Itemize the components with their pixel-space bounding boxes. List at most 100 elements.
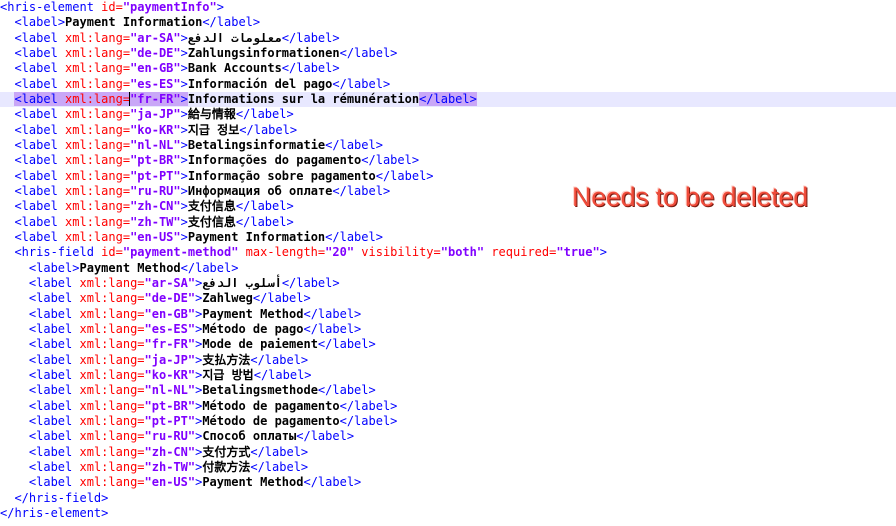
code-line[interactable]: <label xml:lang="en-US">Payment Informat… [0,230,896,245]
label-text: Payment Method [202,475,304,490]
label-text: Способ оплаты [202,429,297,444]
tag-open: <label [28,275,73,290]
label-text: Payment Method [79,260,181,275]
attr-name: xml:lang= [72,475,145,490]
attr-name: xml:lang= [57,30,131,45]
code-line[interactable]: <label xml:lang="en-GB">Payment Method</… [0,307,896,322]
xml-editor[interactable]: <hris-element id="paymentInfo"> <label>P… [0,0,896,521]
tag-close: </label> [252,291,311,306]
code-line[interactable]: <label xml:lang="pt-PT">Método de pagame… [0,414,896,429]
lang-value: "en-GB" [130,61,181,76]
tag-bracket: > [180,61,188,76]
code-line[interactable]: <label xml:lang="es-ES">Método de pago</… [0,322,896,337]
code-line[interactable]: <label xml:lang="pt-BR">Método de pagame… [0,399,896,414]
code-line[interactable]: <label xml:lang="pt-BR">Informações do p… [0,153,896,168]
tag-open: <label [28,383,73,398]
label-text: Информация об оплате [187,183,333,198]
tag-bracket: > [180,229,188,244]
lang-value: "pt-PT" [144,413,196,428]
lang-value: "ko-KR" [130,122,181,137]
label-text: Zahlungsinformationen [187,45,340,60]
tag-close: </label> [325,229,383,244]
label-text: 支払方法 [202,352,251,367]
label-text: Bank Accounts [187,61,282,76]
tag-open: <label [28,459,73,474]
tag-open: <label [14,61,58,76]
label-text: Informações do pagamento [187,153,362,168]
tag-open: <label [14,229,58,244]
code-line[interactable]: <label xml:lang="zh-TW">支付信息</label> [0,215,896,230]
label-text: Payment Method [202,306,304,321]
code-line[interactable]: </hris-element> [0,506,896,521]
code-line[interactable]: <label>Payment Information</label> [0,15,896,30]
attr-name: xml:lang= [57,61,131,76]
attr-name: xml:lang= [72,367,145,382]
code-line[interactable]: <label xml:lang="nl-NL">Betalingsinforma… [0,138,896,153]
code-line[interactable]: <hris-field id="payment-method" max-leng… [0,245,896,260]
code-line[interactable]: <label xml:lang="ar-SA">أسلوب الدفع</lab… [0,276,896,291]
code-line[interactable]: <label>Payment Method</label> [0,261,896,276]
tag-open: <label [28,352,73,367]
label-text: Betalingsmethode [202,383,318,398]
code-line[interactable]: <label xml:lang="nl-NL">Betalingsmethode… [0,383,896,398]
code-line[interactable]: <label xml:lang="en-US">Payment Method</… [0,475,896,490]
label-text: 付款方法 [202,459,251,474]
attr-value: "paymentInfo" [122,0,217,14]
lang-value: "ru-RU" [130,183,181,198]
tag-close: </label> [339,398,398,413]
lang-value: "ar-SA" [130,30,181,45]
attr-name: xml:lang= [72,444,145,459]
tag-open: <label [14,153,58,168]
attr-name: xml:lang= [57,91,131,106]
attr-name: xml:lang= [57,76,131,91]
attr-name: xml:lang= [57,229,131,244]
code-line[interactable]: <label xml:lang="fr-FR">Mode de paiement… [0,337,896,352]
code-line[interactable]: <label xml:lang="fr-FR">Informations sur… [0,91,896,108]
code-line[interactable]: <label xml:lang="de-DE">Zahlungsinformat… [0,46,896,61]
code-line[interactable]: <label xml:lang="zh-CN">支付方式</label> [0,445,896,460]
code-line[interactable]: <label xml:lang="ar-SA">معلومات الدفع</l… [0,31,896,46]
code-line[interactable]: <label xml:lang="ja-JP">給与情報</label> [0,107,896,122]
code-line[interactable]: <label xml:lang="es-ES">Información del … [0,77,896,92]
tag-open: <label [28,291,73,306]
code-line[interactable]: <label xml:lang="zh-TW">付款方法</label> [0,460,896,475]
tag-open: <label [14,91,58,106]
code-line[interactable]: <label xml:lang="ko-KR">지급 정보</label> [0,123,896,138]
code-line[interactable]: <label xml:lang="en-GB">Bank Accounts</l… [0,61,896,76]
tag-open: <label [28,321,73,336]
tag-close: </label> [339,413,398,428]
tag-close: </label> [375,168,434,183]
code-line[interactable]: <label xml:lang="ja-JP">支払方法</label> [0,353,896,368]
tag-bracket: > [72,260,80,275]
tag-close: </label> [296,429,355,444]
tag-open: <label [14,15,58,30]
attr-name: xml:lang= [57,183,131,198]
code-line[interactable]: </hris-field> [0,491,896,506]
tag-close: </label> [202,15,261,30]
tag-open: <label [28,337,73,352]
tag-open: <label [14,122,58,137]
label-text: Informations sur la rémunération [187,91,420,106]
code-line[interactable]: <label xml:lang="ru-RU">Способ оплаты</l… [0,429,896,444]
code-line[interactable]: <label xml:lang="ko-KR">지급 방법</label> [0,368,896,383]
attr-name: xml:lang= [72,291,145,306]
code-line[interactable]: <hris-element id="paymentInfo"> [0,0,896,15]
attr-name: xml:lang= [57,122,131,137]
label-text: Información del pago [187,76,333,91]
tag-open: <label [28,260,73,275]
label-text: معلومات الدفع [187,30,282,45]
attr-name: xml:lang= [57,45,131,60]
code-line[interactable]: <label xml:lang="de-DE">Zahlweg</label> [0,291,896,306]
tag-open: <label [14,137,58,152]
attr-name: xml:lang= [57,153,131,168]
tag-open: <label [28,398,73,413]
lang-value: "es-ES" [144,321,196,336]
